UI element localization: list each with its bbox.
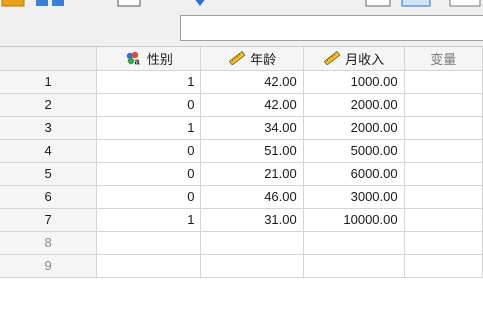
data-cell[interactable] xyxy=(404,139,483,163)
data-table: a 性别 年龄 月收入 变量 1 1 42.00 1000.00 2 0 42.… xyxy=(0,47,483,278)
recall-dialog-icon[interactable] xyxy=(34,0,70,8)
data-cell[interactable] xyxy=(96,231,202,255)
data-cell[interactable] xyxy=(404,162,483,186)
row-number[interactable]: 1 xyxy=(0,70,98,94)
column-header-age[interactable]: 年龄 xyxy=(200,47,304,71)
goto-case-icon[interactable] xyxy=(190,0,210,8)
data-cell[interactable] xyxy=(96,254,202,278)
row-number[interactable]: 8 xyxy=(0,231,98,255)
data-cell[interactable]: 0 xyxy=(96,162,202,186)
table-row: 9 xyxy=(0,254,483,278)
data-cell[interactable]: 2000.00 xyxy=(303,116,405,140)
table-row: 5 0 21.00 6000.00 xyxy=(0,162,483,186)
column-header-gender[interactable]: a 性别 xyxy=(96,47,202,71)
row-number[interactable]: 5 xyxy=(0,162,98,186)
data-cell[interactable]: 6000.00 xyxy=(303,162,405,186)
row-number[interactable]: 9 xyxy=(0,254,98,278)
table-row: 8 xyxy=(0,231,483,255)
data-cell[interactable]: 1000.00 xyxy=(303,70,405,94)
data-cell[interactable] xyxy=(404,70,483,94)
value-labels-icon[interactable] xyxy=(448,0,483,8)
row-number[interactable]: 4 xyxy=(0,139,98,163)
cell-value-input[interactable] xyxy=(180,15,483,41)
data-cell[interactable]: 0 xyxy=(96,93,202,117)
corner-cell[interactable] xyxy=(0,47,98,71)
data-cell[interactable] xyxy=(303,254,405,278)
data-cell[interactable]: 51.00 xyxy=(200,139,304,163)
data-cell[interactable] xyxy=(404,254,483,278)
data-cell[interactable]: 31.00 xyxy=(200,208,304,232)
data-cell[interactable]: 0 xyxy=(96,185,202,209)
scale-variable-ruler-icon xyxy=(228,51,246,66)
data-cell[interactable]: 42.00 xyxy=(200,70,304,94)
column-header-label: 性别 xyxy=(146,51,173,67)
data-cell[interactable] xyxy=(303,231,405,255)
table-row: 4 0 51.00 5000.00 xyxy=(0,139,483,163)
data-cell[interactable]: 21.00 xyxy=(200,162,304,186)
split-file-icon[interactable] xyxy=(364,0,394,8)
data-cell[interactable]: 0 xyxy=(96,139,202,163)
data-cell[interactable] xyxy=(404,231,483,255)
print-icon[interactable] xyxy=(116,0,146,8)
data-cell[interactable] xyxy=(404,208,483,232)
column-header-label: 年龄 xyxy=(250,51,277,67)
row-number[interactable]: 2 xyxy=(0,93,98,117)
table-row: 7 1 31.00 10000.00 xyxy=(0,208,483,232)
data-cell[interactable] xyxy=(404,93,483,117)
data-cell[interactable] xyxy=(200,231,304,255)
table-row: 6 0 46.00 3000.00 xyxy=(0,185,483,209)
data-cell[interactable]: 3000.00 xyxy=(303,185,405,209)
data-cell[interactable] xyxy=(200,254,304,278)
table-row: 2 0 42.00 2000.00 xyxy=(0,93,483,117)
scale-variable-ruler-icon xyxy=(324,51,341,66)
data-cell[interactable]: 5000.00 xyxy=(303,139,405,163)
table-row: 3 1 34.00 2000.00 xyxy=(0,116,483,140)
column-header-label: 月收入 xyxy=(345,51,385,67)
data-cell[interactable]: 2000.00 xyxy=(303,93,405,117)
data-cell[interactable]: 46.00 xyxy=(200,185,304,209)
data-cell[interactable]: 42.00 xyxy=(200,93,304,117)
nominal-variable-icon: a xyxy=(126,52,140,66)
row-number[interactable]: 7 xyxy=(0,208,98,232)
data-grid: a 性别 年龄 月收入 变量 1 1 42.00 1000.00 2 0 42.… xyxy=(0,46,483,328)
data-cell[interactable]: 1 xyxy=(96,70,202,94)
data-cell[interactable] xyxy=(404,185,483,209)
data-cell[interactable]: 1 xyxy=(96,116,202,140)
cell-editor-bar xyxy=(0,14,483,46)
data-cell[interactable]: 1 xyxy=(96,208,202,232)
column-header-monthly-income[interactable]: 月收入 xyxy=(303,47,405,71)
row-number[interactable]: 3 xyxy=(0,116,98,140)
column-header-label: 变量 xyxy=(430,51,457,67)
column-header-empty-variable[interactable]: 变量 xyxy=(404,47,483,71)
column-header-row: a 性别 年龄 月收入 变量 xyxy=(0,47,483,71)
data-cell[interactable]: 34.00 xyxy=(200,116,304,140)
open-folder-icon[interactable] xyxy=(0,0,30,8)
table-row: 1 1 42.00 1000.00 xyxy=(0,70,483,94)
row-number[interactable]: 6 xyxy=(0,185,98,209)
data-grid-icon[interactable] xyxy=(400,0,434,8)
svg-text:a: a xyxy=(134,57,140,66)
toolbar xyxy=(0,0,483,14)
data-cell[interactable]: 10000.00 xyxy=(303,208,405,232)
data-cell[interactable] xyxy=(404,116,483,140)
